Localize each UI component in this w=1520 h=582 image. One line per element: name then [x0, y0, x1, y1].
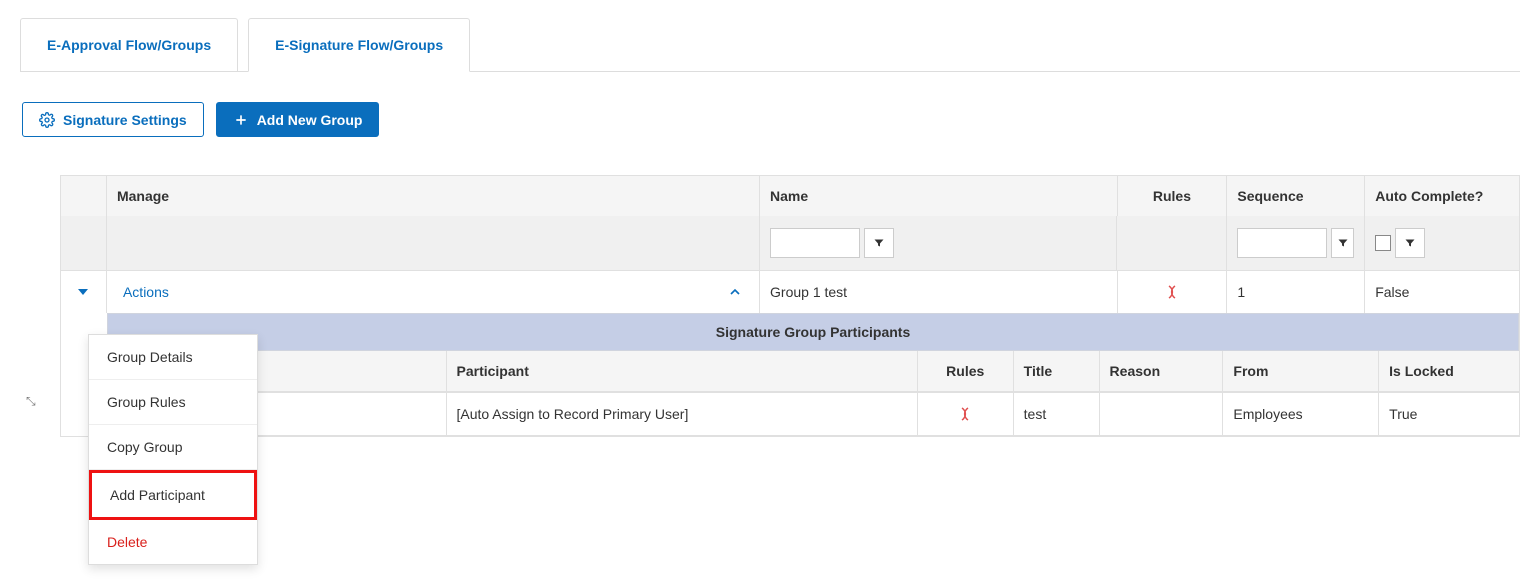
menu-item-delete[interactable]: Delete [89, 520, 257, 564]
filter-sequence-cell [1227, 216, 1365, 270]
actions-dropdown[interactable]: Actions [123, 284, 169, 300]
p-row-title: test [1014, 393, 1100, 436]
add-new-group-button[interactable]: Add New Group [216, 102, 380, 137]
p-header-reason[interactable]: Reason [1100, 351, 1224, 392]
p-header-participant[interactable]: Participant [447, 351, 918, 392]
participants-panel: Signature Group Participants Manage Part… [107, 313, 1519, 436]
expand-column-header [61, 176, 107, 216]
filter-icon [1404, 237, 1416, 249]
participants-header-row: Manage Participant Rules Title Reason Fr… [107, 351, 1519, 392]
grid-filter-row [61, 216, 1519, 270]
p-header-rules[interactable]: Rules [918, 351, 1014, 392]
menu-item-copy-group[interactable]: Copy Group [89, 425, 257, 470]
tab-bar: E-Approval Flow/Groups E-Signature Flow/… [20, 10, 1520, 72]
tab-e-approval[interactable]: E-Approval Flow/Groups [20, 18, 238, 71]
groups-grid: Manage Name Rules Sequence Auto Complete… [60, 175, 1520, 437]
header-auto-complete[interactable]: Auto Complete? [1365, 176, 1519, 216]
header-name[interactable]: Name [760, 176, 1118, 216]
actions-menu: Group Details Group Rules Copy Group Add… [88, 334, 258, 565]
filter-auto-checkbox[interactable] [1375, 235, 1391, 251]
resize-handle-icon[interactable]: ⤡ [26, 394, 36, 409]
row-rules[interactable] [1118, 271, 1228, 313]
signature-settings-button[interactable]: Signature Settings [22, 102, 204, 137]
no-rules-icon [956, 405, 974, 423]
chevron-up-icon[interactable] [727, 284, 743, 300]
p-header-from[interactable]: From [1223, 351, 1379, 392]
caret-down-icon [78, 289, 88, 295]
p-row-from: Employees [1223, 393, 1379, 436]
filter-auto-cell [1365, 216, 1519, 270]
row-expand-toggle[interactable] [61, 271, 107, 313]
gear-icon [39, 112, 55, 128]
plus-icon [233, 112, 249, 128]
p-header-title[interactable]: Title [1014, 351, 1100, 392]
participants-title: Signature Group Participants [107, 313, 1519, 351]
p-row-locked: True [1379, 393, 1519, 436]
row-auto-complete: False [1365, 271, 1519, 313]
p-row-rules[interactable] [918, 393, 1014, 436]
menu-item-group-rules[interactable]: Group Rules [89, 380, 257, 425]
p-row-participant: [Auto Assign to Record Primary User] [447, 393, 918, 436]
header-manage[interactable]: Manage [107, 176, 760, 216]
filter-icon [873, 237, 885, 249]
filter-name-input[interactable] [770, 228, 860, 258]
tab-e-signature[interactable]: E-Signature Flow/Groups [248, 18, 470, 72]
filter-auto-button[interactable] [1395, 228, 1425, 258]
grid-header-row: Manage Name Rules Sequence Auto Complete… [61, 176, 1519, 216]
row-actions-cell: Actions [107, 271, 760, 313]
filter-name-button[interactable] [864, 228, 894, 258]
row-name: Group 1 test [760, 271, 1118, 313]
add-new-group-label: Add New Group [257, 112, 363, 128]
menu-item-add-participant[interactable]: Add Participant [89, 470, 257, 520]
table-row: Actions Group 1 test 1 False [61, 270, 1519, 313]
menu-item-group-details[interactable]: Group Details [89, 335, 257, 380]
filter-name-cell [760, 216, 1117, 270]
participants-row: [Auto Assign to Record Primary User] tes… [107, 392, 1519, 436]
p-row-reason [1100, 393, 1224, 436]
row-sequence: 1 [1227, 271, 1365, 313]
signature-settings-label: Signature Settings [63, 112, 187, 128]
filter-sequence-input[interactable] [1237, 228, 1327, 258]
no-rules-icon [1163, 283, 1181, 301]
p-header-locked[interactable]: Is Locked [1379, 351, 1519, 392]
header-sequence[interactable]: Sequence [1227, 176, 1365, 216]
filter-icon [1337, 237, 1349, 249]
header-rules[interactable]: Rules [1118, 176, 1228, 216]
filter-sequence-button[interactable] [1331, 228, 1354, 258]
toolbar: Signature Settings Add New Group [20, 102, 1520, 137]
